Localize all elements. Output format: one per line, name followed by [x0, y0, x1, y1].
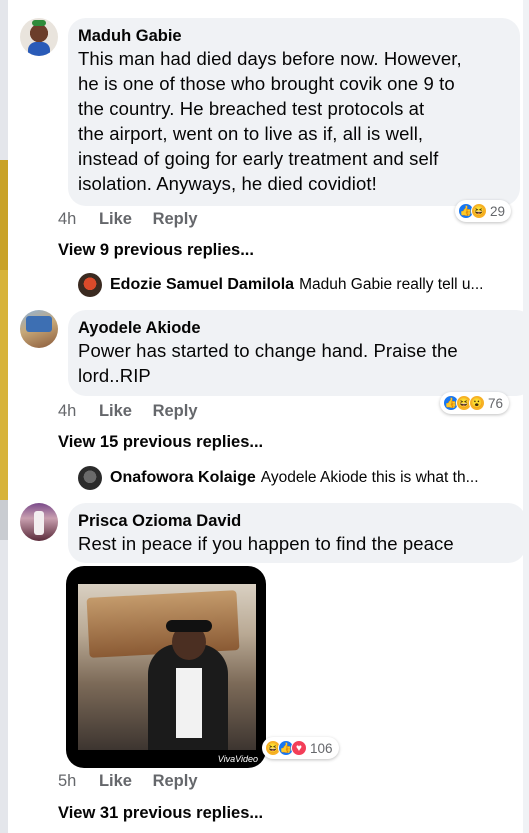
reaction-count: 106: [310, 740, 333, 756]
avatar[interactable]: [20, 18, 58, 56]
comment-text: Rest in peace if you happen to find the …: [78, 533, 454, 554]
comment-actions: 5h Like Reply: [58, 772, 214, 791]
comment-author[interactable]: Prisca Ozioma David: [78, 511, 514, 531]
reply-avatar[interactable]: [78, 273, 102, 297]
reaction-summary[interactable]: 😆 👍 ♥ 106: [262, 737, 339, 759]
reaction-summary[interactable]: 👍 😆 😮 76: [440, 392, 510, 414]
right-edge-background: [523, 0, 529, 833]
reply-button[interactable]: Reply: [153, 402, 198, 420]
comment-author[interactable]: Maduh Gabie: [78, 26, 508, 46]
reply-button[interactable]: Reply: [153, 210, 198, 228]
reply-button[interactable]: Reply: [153, 772, 198, 790]
video-attachment[interactable]: VivaVideo: [66, 566, 266, 768]
reply-text: Maduh Gabie really tell u...: [299, 276, 484, 293]
haha-icon: 😆: [471, 203, 487, 219]
video-thumbnail: [78, 584, 256, 750]
comment-text: Power has started to change hand. Praise…: [78, 340, 458, 386]
latest-reply[interactable]: Edozie Samuel Damilola Maduh Gabie reall…: [78, 272, 515, 298]
wow-icon: 😮: [469, 395, 485, 411]
comment-author[interactable]: Ayodele Akiode: [78, 318, 522, 338]
like-button[interactable]: Like: [99, 210, 132, 228]
view-previous-replies[interactable]: View 9 previous replies...: [58, 241, 254, 260]
comment-bubble[interactable]: Ayodele Akiode Power has started to chan…: [68, 310, 529, 396]
reply-text: Ayodele Akiode this is what th...: [260, 469, 479, 486]
comment-time[interactable]: 5h: [58, 772, 76, 790]
reaction-summary[interactable]: 👍 😆 29: [455, 200, 512, 222]
view-previous-replies[interactable]: View 15 previous replies...: [58, 433, 263, 452]
avatar[interactable]: [20, 503, 58, 541]
comment-time[interactable]: 4h: [58, 402, 76, 420]
reaction-count: 76: [488, 395, 504, 411]
comment-bubble[interactable]: Prisca Ozioma David Rest in peace if you…: [68, 503, 526, 563]
comment-text: This man had died days before now. Howev…: [78, 48, 462, 194]
reaction-count: 29: [490, 203, 506, 219]
view-previous-replies[interactable]: View 31 previous replies...: [58, 804, 263, 823]
left-edge-background: [0, 0, 8, 833]
reply-author[interactable]: Edozie Samuel Damilola: [110, 276, 294, 294]
reply-avatar[interactable]: [78, 466, 102, 490]
latest-reply[interactable]: Onafowora Kolaige Ayodele Akiode this is…: [78, 465, 515, 491]
video-watermark: VivaVideo: [217, 754, 258, 764]
comment-actions: 4h Like Reply: [58, 402, 214, 421]
love-icon: ♥: [291, 740, 307, 756]
reply-author[interactable]: Onafowora Kolaige: [110, 469, 256, 487]
comment-time[interactable]: 4h: [58, 210, 76, 228]
like-button[interactable]: Like: [99, 402, 132, 420]
avatar[interactable]: [20, 310, 58, 348]
like-button[interactable]: Like: [99, 772, 132, 790]
comment-actions: 4h Like Reply: [58, 210, 214, 229]
comment-bubble[interactable]: Maduh Gabie This man had died days befor…: [68, 18, 520, 206]
